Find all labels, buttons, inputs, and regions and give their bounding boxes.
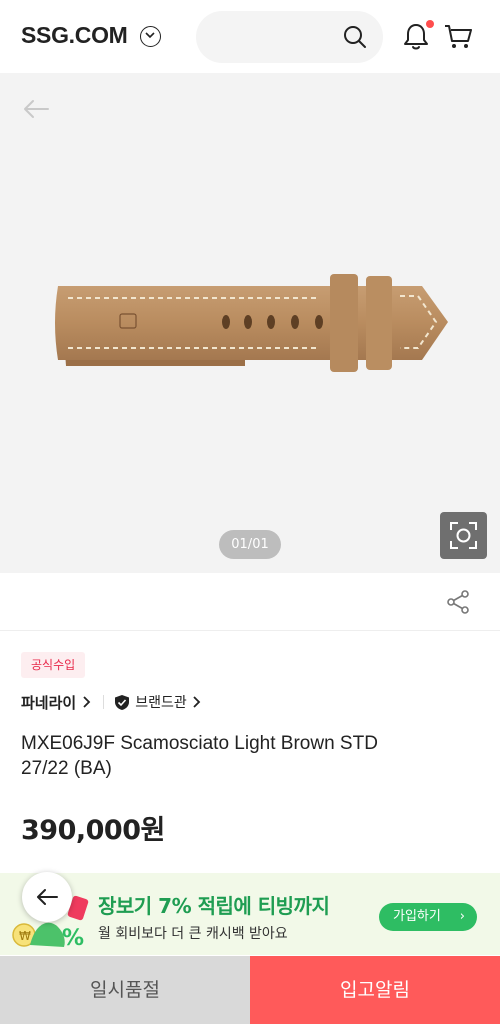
restock-notify-button[interactable]: 입고알림	[250, 956, 500, 1024]
product-photo	[55, 274, 448, 372]
membership-promo-banner[interactable]: ₩ % 장보기 7% 적립에 티빙까지 월 회비보다 더 큰 캐시백 받아요 가…	[0, 873, 500, 955]
back-arrow-icon[interactable]	[22, 98, 50, 120]
camera-lens-icon	[450, 522, 477, 549]
floating-back-button[interactable]	[22, 872, 72, 922]
search-input[interactable]	[196, 11, 383, 63]
image-search-button[interactable]	[440, 512, 487, 559]
promo-title: 장보기 7% 적립에 티빙까지	[98, 894, 330, 918]
cart-icon[interactable]	[444, 24, 472, 50]
brand-shop-link[interactable]: 브랜드관	[135, 692, 187, 712]
chevron-right-icon	[83, 696, 91, 708]
share-icon[interactable]	[446, 589, 470, 615]
bottom-action-bar: 일시품절 입고알림	[0, 956, 500, 1024]
soldout-button[interactable]: 일시품절	[0, 956, 250, 1024]
svg-text:%: %	[62, 926, 84, 951]
promo-subtitle: 월 회비보다 더 큰 캐시백 받아요	[98, 926, 288, 942]
site-logo[interactable]: SSG.COM	[21, 22, 128, 49]
bell-icon[interactable]	[403, 22, 429, 50]
divider	[103, 695, 105, 709]
search-icon[interactable]	[343, 25, 367, 49]
join-button-label: 가입하기	[393, 909, 441, 924]
brand-row: 파네라이 브랜드관	[21, 691, 203, 713]
svg-text:₩: ₩	[19, 929, 31, 943]
shield-check-icon	[115, 694, 130, 710]
join-button[interactable]: 가입하기 ›	[379, 903, 477, 931]
top-header: SSG.COM	[0, 0, 500, 73]
official-import-badge: 공식수입	[21, 652, 86, 678]
chevron-right-icon	[193, 696, 201, 708]
product-title: MXE06J9F Scamosciato Light Brown STD 27/…	[21, 733, 378, 779]
chevron-right-icon: ›	[459, 909, 465, 924]
chevron-down-icon[interactable]	[140, 26, 161, 47]
notification-dot	[426, 20, 434, 28]
share-row	[0, 573, 500, 631]
brand-link[interactable]: 파네라이	[21, 692, 76, 713]
back-arrow-icon	[37, 889, 58, 905]
image-counter: 01/01	[219, 530, 281, 559]
product-price: 390,000원	[21, 815, 165, 846]
product-image-gallery[interactable]: 01/01	[0, 73, 500, 573]
